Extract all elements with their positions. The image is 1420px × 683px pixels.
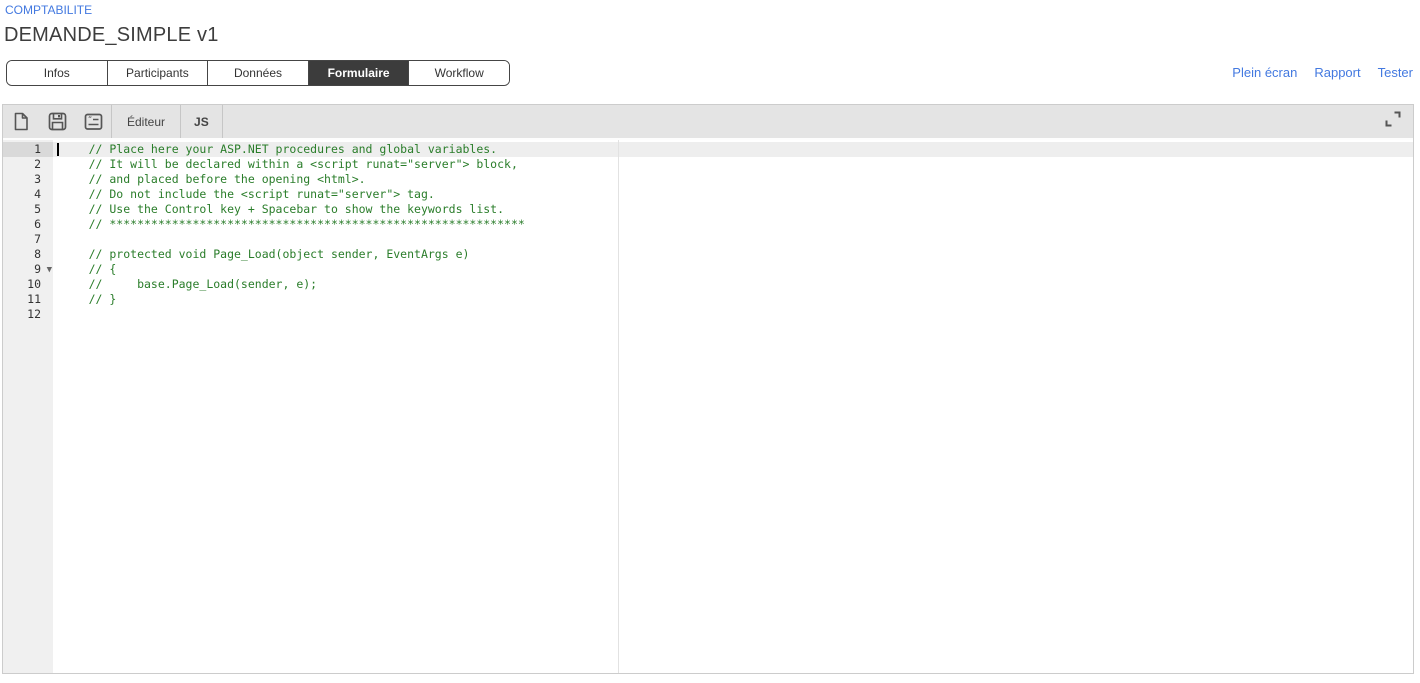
text-cursor [57, 143, 59, 156]
new-document-icon [11, 111, 31, 132]
form-editor-panel: “ Éditeur JS 123456789▼101112 [2, 104, 1414, 674]
code-line[interactable]: // and placed before the opening <html>. [54, 172, 1413, 187]
save-button[interactable] [39, 105, 75, 138]
code-line[interactable]: // It will be declared within a <script … [54, 157, 1413, 172]
header-links: Plein écran Rapport Tester [1232, 65, 1420, 80]
code-line[interactable]: // Do not include the <script runat="ser… [54, 187, 1413, 202]
editor-mode-button[interactable]: Éditeur [112, 105, 180, 138]
gutter-line-number[interactable]: 10 [3, 277, 53, 292]
report-link[interactable]: Rapport [1314, 65, 1360, 80]
gutter-line-number[interactable]: 1 [3, 142, 53, 157]
test-link[interactable]: Tester [1378, 65, 1413, 80]
code-editor[interactable]: 123456789▼101112 // Place here your ASP.… [3, 140, 1413, 673]
code-line[interactable]: // Use the Control key + Spacebar to sho… [54, 202, 1413, 217]
gutter-line-number[interactable]: 11 [3, 292, 53, 307]
tab-participants[interactable]: Participants [108, 61, 209, 85]
code-line[interactable]: // Place here your ASP.NET procedures an… [54, 142, 1413, 157]
expand-editor-button[interactable] [1383, 109, 1403, 134]
code-line[interactable] [54, 307, 1413, 322]
toolbar-separator [222, 105, 223, 138]
code-line[interactable]: // { [54, 262, 1413, 277]
gutter-line-number[interactable]: 6 [3, 217, 53, 232]
gutter-line-number[interactable]: 8 [3, 247, 53, 262]
editor-toolbar: “ Éditeur JS [3, 105, 1413, 140]
save-icon [47, 111, 68, 132]
gutter-line-number[interactable]: 12 [3, 307, 53, 322]
page-title: DEMANDE_SIMPLE v1 [4, 24, 219, 47]
gutter-line-number[interactable]: 2 [3, 157, 53, 172]
breadcrumb-link[interactable]: COMPTABILITE [5, 3, 92, 17]
svg-text:“: “ [88, 115, 92, 124]
code-line[interactable]: // base.Page_Load(sender, e); [54, 277, 1413, 292]
gutter-line-number[interactable]: 4 [3, 187, 53, 202]
gutter-line-number[interactable]: 3 [3, 172, 53, 187]
fullscreen-link[interactable]: Plein écran [1232, 65, 1297, 80]
properties-button[interactable]: “ [75, 105, 111, 138]
gutter-line-number[interactable]: 7 [3, 232, 53, 247]
code-line[interactable]: // *************************************… [54, 217, 1413, 232]
code-line[interactable]: // } [54, 292, 1413, 307]
tab-formulaire[interactable]: Formulaire [309, 61, 410, 85]
expand-icon [1383, 109, 1403, 134]
gutter-line-number[interactable]: 9▼ [3, 262, 53, 277]
properties-icon: “ [83, 111, 104, 132]
js-mode-button[interactable]: JS [181, 105, 222, 138]
tab-row: Infos Participants Données Formulaire Wo… [0, 59, 1420, 86]
code-text-area[interactable]: // Place here your ASP.NET procedures an… [54, 142, 1413, 322]
gutter-line-number[interactable]: 5 [3, 202, 53, 217]
tab-infos[interactable]: Infos [7, 61, 108, 85]
line-number-gutter[interactable]: 123456789▼101112 [3, 140, 53, 673]
code-line[interactable]: // protected void Page_Load(object sende… [54, 247, 1413, 262]
tab-workflow[interactable]: Workflow [409, 61, 509, 85]
code-line[interactable] [54, 232, 1413, 247]
tab-group: Infos Participants Données Formulaire Wo… [6, 60, 510, 86]
tab-donnees[interactable]: Données [208, 61, 309, 85]
fold-toggle-icon[interactable]: ▼ [47, 263, 52, 278]
new-document-button[interactable] [3, 105, 39, 138]
